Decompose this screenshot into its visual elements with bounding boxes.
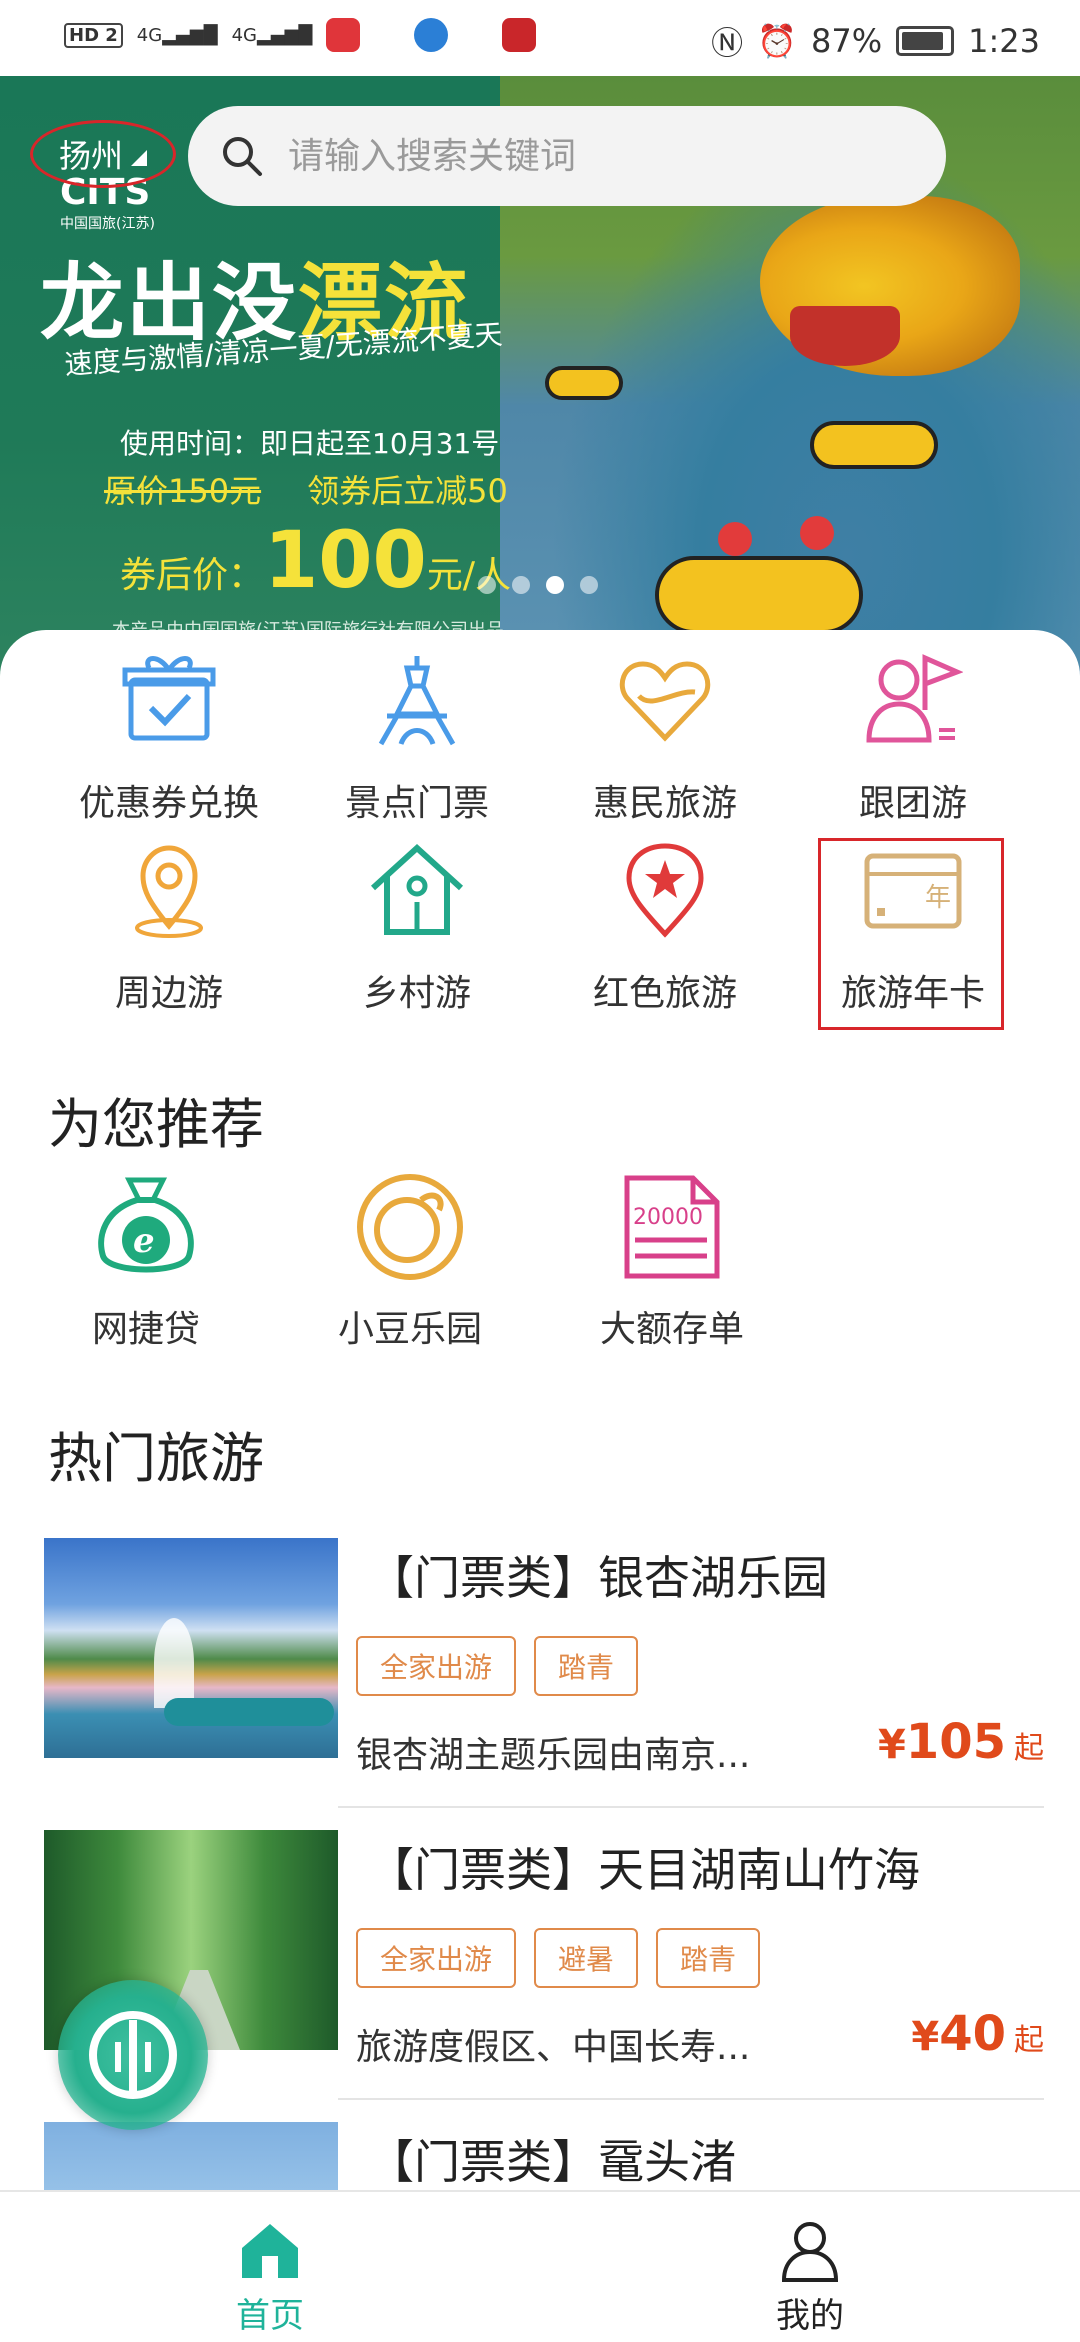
status-bar: HD 2 4G▂▄▆█ 4G▂▄▆█ Ⓝ ⏰ 87% 1:23 [0,0,1080,76]
nfc-icon: Ⓝ [711,24,744,62]
boat-image [164,1698,334,1726]
product-description: 银杏湖主题乐园由南京... [356,1735,751,1776]
product-title: 【门票类】天目湖南山竹海 [368,1843,920,1897]
category-label: 景点门票 [344,783,489,824]
carousel-indicator [478,576,598,594]
product-price: ¥40 起 [911,2006,1044,2062]
carousel-dot[interactable] [512,576,530,594]
category-label: 周边游 [114,973,223,1014]
nav-label: 我的 [776,2296,844,2336]
person-flag-icon [866,654,963,743]
carousel-dot[interactable] [580,576,598,594]
bottom-navigation: 首页 我的 [0,2190,1080,2342]
tower-icon [378,656,456,746]
alarm-icon: ⏰ [757,22,798,60]
shop-notification-icon [502,18,537,52]
raft-image [655,556,863,634]
city-selector[interactable]: 扬州 [30,120,176,188]
raft-image [810,421,938,469]
category-label: 惠民旅游 [592,783,737,824]
gift-coupon-icon [122,656,216,741]
signal-icon-2: 4G▂▄▆█ [231,24,313,46]
category-label: 优惠券兑换 [78,783,259,824]
category-coupon-exchange[interactable]: 优惠券兑换 [44,650,294,840]
bank-logo-float-button[interactable] [58,1980,208,2130]
carousel-dot[interactable] [478,576,496,594]
app-notification-icon [326,18,361,52]
recommend-label: 网捷贷 [91,1309,200,1350]
product-thumbnail [44,1538,338,1758]
battery-percent: 87% [811,22,883,60]
svg-text:20000: 20000 [633,1205,703,1230]
recommend-loan[interactable]: e 网捷贷 [36,1172,256,1352]
carousel-dot-active[interactable] [546,576,564,594]
recommend-title: 为您推荐 [48,1093,264,1156]
recommend-large-deposit[interactable]: 20000 大额存单 [562,1172,782,1352]
category-label: 乡村游 [362,973,471,1014]
search-icon [223,137,262,176]
recommend-label: 小豆乐园 [337,1309,482,1350]
home-icon [242,2224,298,2278]
product-tags: 全家出游 避暑 踏青 [356,1928,761,1988]
category-scenic-tickets[interactable]: 景点门票 [292,650,542,840]
banner-date: 使用时间：即日起至10月31号 [120,427,500,460]
money-bag-icon: e [98,1177,194,1273]
category-rural-tour[interactable]: 乡村游 [292,840,542,1030]
user-icon [781,2222,839,2282]
bean-circle-icon [357,1174,463,1280]
dropdown-triangle-icon [131,150,147,166]
product-tag: 踏青 [534,1636,639,1696]
product-title: 【门票类】鼋头渚 [368,2135,736,2189]
location-pin-icon [135,845,203,938]
product-tag: 全家出游 [356,1928,517,1988]
raft-image [545,366,623,400]
search-bar[interactable] [188,106,946,206]
product-thumbnail [44,2122,338,2190]
category-label: 红色旅游 [592,973,737,1014]
category-group-tour[interactable]: 跟团游 [788,650,1038,840]
svg-text:e: e [133,1221,155,1261]
hot-travel-title: 热门旅游 [48,1427,264,1490]
signal-icon-1: 4G▂▄▆█ [136,24,218,46]
hd-indicator: HD 2 [64,22,123,48]
deposit-doc-icon: 20000 [624,1175,720,1279]
bank-logo-icon [89,2011,177,2099]
category-public-travel[interactable]: 惠民旅游 [540,650,790,840]
recommend-label: 大额存单 [599,1309,744,1350]
rider-image [800,516,834,550]
banner-final-price: 券后价：100元/人 [120,516,511,606]
fountain-image [154,1618,194,1708]
nav-label: 首页 [236,2296,304,2336]
product-card[interactable]: 【门票类】银杏湖乐园 全家出游 踏青 银杏湖主题乐园由南京... ¥105 起 [44,1538,1044,1812]
category-nearby-tour[interactable]: 周边游 [44,840,294,1030]
product-card[interactable]: 【门票类】鼋头渚 [44,2122,1044,2190]
category-red-tour[interactable]: 红色旅游 [540,840,790,1030]
nav-mine[interactable]: 我的 [660,2192,960,2342]
battery-icon [896,26,955,56]
product-tag: 避暑 [534,1928,639,1988]
heart-icon [619,661,711,742]
city-label: 扬州 [58,137,123,175]
house-icon [370,843,464,935]
annotation-highlight-box [818,838,1004,1030]
product-price: ¥105 起 [877,1714,1044,1770]
divider [338,2098,1044,2100]
category-label: 跟团游 [858,783,967,824]
dragon-mouth-image [790,306,900,366]
browser-notification-icon [414,18,449,52]
product-tag: 全家出游 [356,1636,517,1696]
search-input[interactable] [286,134,910,178]
recommend-bean-park[interactable]: 小豆乐园 [300,1172,520,1352]
rider-image [718,522,752,556]
product-title: 【门票类】银杏湖乐园 [368,1551,828,1605]
divider [338,1806,1044,1808]
star-pin-icon [626,843,704,938]
product-tag: 踏青 [656,1928,761,1988]
banner-price-row: 原价150元 领券后立减50 [104,472,508,510]
product-description: 旅游度假区、中国长寿... [356,2027,751,2068]
product-tags: 全家出游 踏青 [356,1636,639,1696]
nav-home[interactable]: 首页 [120,2192,420,2342]
clock: 1:23 [968,22,1040,60]
